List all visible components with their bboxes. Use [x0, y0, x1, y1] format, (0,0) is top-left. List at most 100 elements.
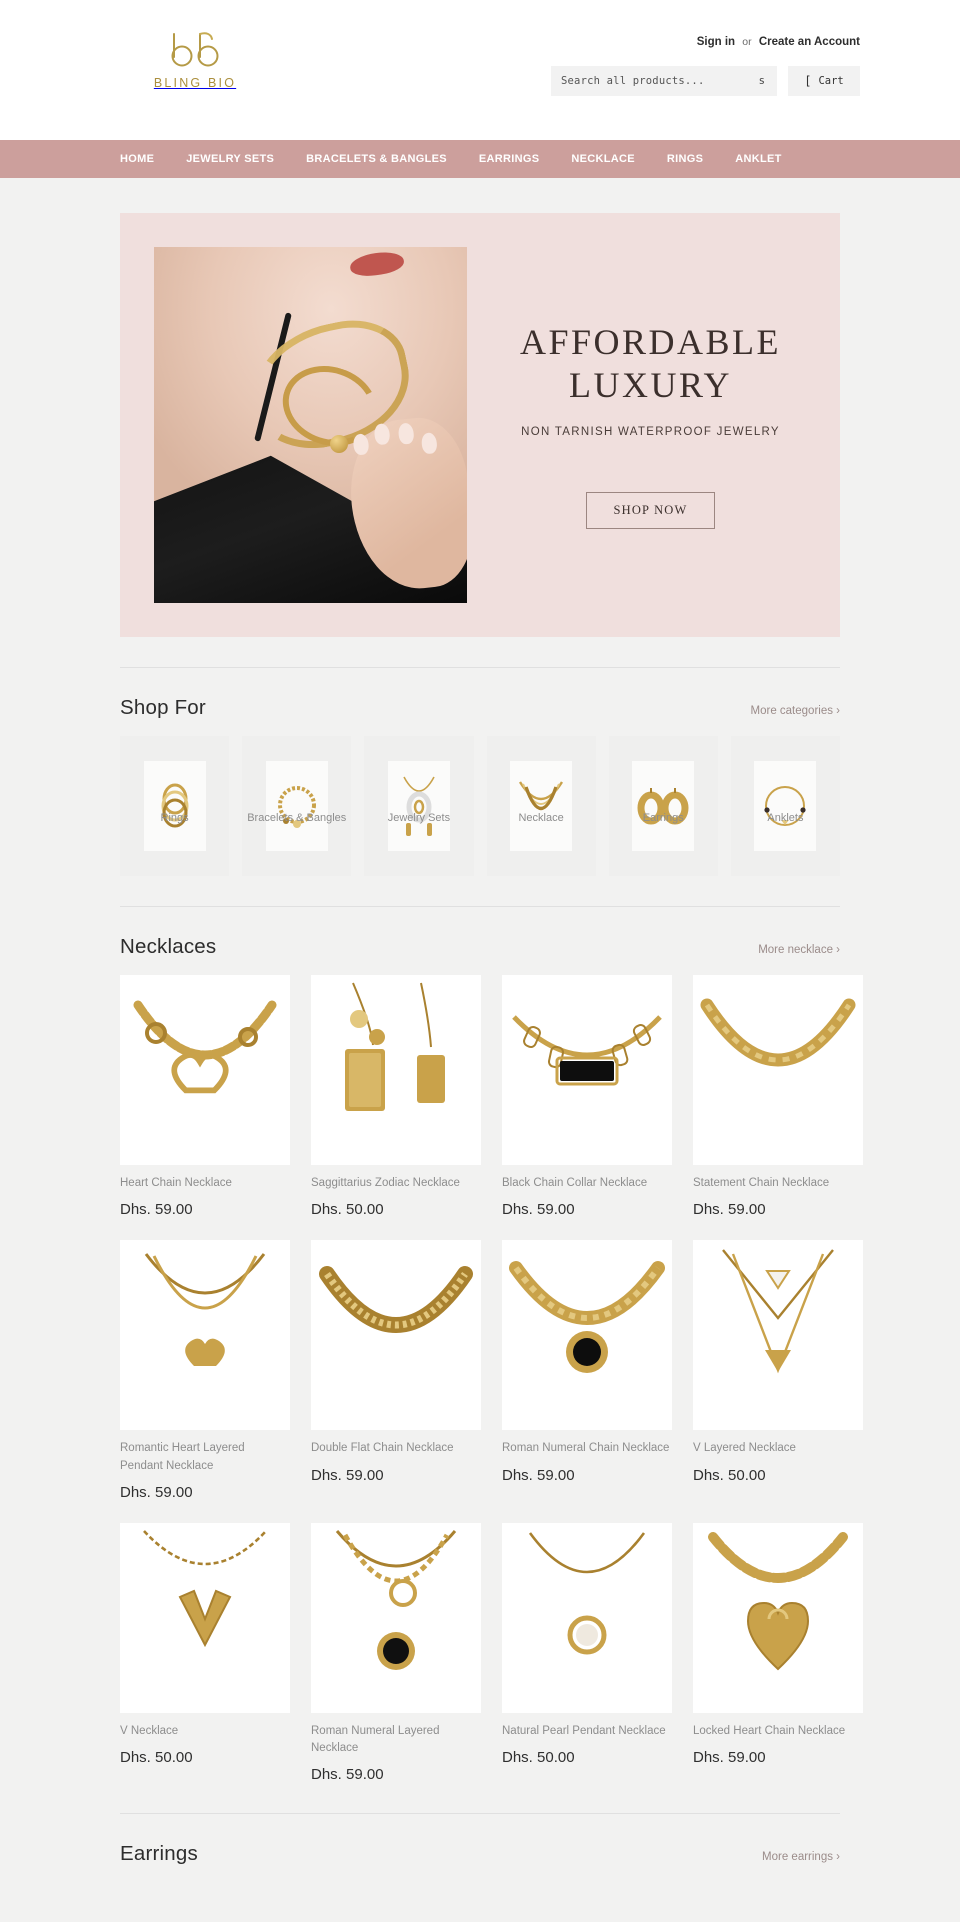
bracelet-icon [265, 761, 328, 851]
category-tile-rings[interactable]: Rings [120, 736, 230, 876]
category-tile-earrings[interactable]: Earrings [608, 736, 718, 876]
site-header: BLING BIO Sign in or Create an Account s… [0, 0, 960, 140]
product-image[interactable] [693, 975, 863, 1165]
shop-now-button[interactable]: SHOP NOW [586, 491, 715, 529]
product-name: Natural Pearl Pendant Necklace [502, 1724, 666, 1737]
product-image[interactable] [502, 975, 672, 1165]
product-price: Dhs. 59.00 [693, 1749, 766, 1766]
search-box[interactable]: s [551, 66, 777, 96]
hero-text-block: AFFORDABLE LUXURY NON TARNISH WATERPROOF… [467, 321, 840, 529]
category-tile-necklace[interactable]: Necklace [486, 736, 596, 876]
earrings-section: Earrings More earrings › [120, 1813, 840, 1922]
main-navigation: HOME JEWELRY SETS BRACELETS & BANGLES EARRI… [0, 140, 960, 178]
product-card[interactable]: Locked Heart Chain Necklace Dhs. 59.00 [693, 1522, 863, 1784]
hero-banner: AFFORDABLE LUXURY NON TARNISH WATERPROOF… [120, 213, 840, 637]
product-image[interactable] [120, 1240, 290, 1431]
product-price: Dhs. 50.00 [693, 1466, 766, 1484]
product-name: Roman Numeral Layered Necklace [311, 1724, 440, 1754]
anklet-icon [754, 761, 817, 851]
product-name: V Layered Necklace [693, 1442, 796, 1455]
cart-icon: [ [804, 74, 812, 88]
account-links: Sign in or Create an Account [697, 36, 860, 48]
product-card[interactable]: Black Chain Collar Necklace Dhs. 59.00 [502, 975, 672, 1218]
category-label: Rings [160, 812, 189, 824]
product-name: Black Chain Collar Necklace [502, 1177, 648, 1189]
product-card[interactable]: V Layered Necklace Dhs. 50.00 [693, 1240, 863, 1501]
page-root: BLING BIO Sign in or Create an Account s… [0, 0, 960, 1922]
product-card[interactable]: Heart Chain Necklace Dhs. 59.00 [120, 975, 290, 1218]
product-price: Dhs. 59.00 [120, 1483, 193, 1501]
nav-item-earrings[interactable]: EARRINGS [479, 153, 539, 165]
rings-icon [143, 761, 206, 851]
product-price: Dhs. 50.00 [120, 1749, 193, 1766]
hero-subtitle: NON TARNISH WATERPROOF JEWELRY [521, 425, 780, 438]
header-actions: s [ Cart [551, 66, 860, 96]
product-card[interactable]: Natural Pearl Pendant Necklace Dhs. 50.00 [502, 1522, 672, 1784]
product-price: Dhs. 59.00 [502, 1466, 575, 1484]
product-image[interactable] [120, 975, 290, 1165]
or-separator: or [742, 36, 752, 48]
bb-monogram-icon [120, 30, 270, 72]
more-categories-link[interactable]: More categories › [751, 705, 840, 717]
product-card[interactable]: Double Flat Chain Necklace Dhs. 59.00 [311, 1240, 481, 1501]
search-input[interactable] [561, 75, 755, 87]
product-image[interactable] [502, 1240, 672, 1431]
product-card[interactable]: V Necklace Dhs. 50.00 [120, 1522, 290, 1784]
product-name: Statement Chain Necklace [693, 1177, 830, 1189]
product-name: Locked Heart Chain Necklace [693, 1724, 846, 1737]
hero-title-line-2: LUXURY [568, 364, 732, 405]
product-name: Saggittarius Zodiac Necklace [311, 1177, 460, 1189]
product-card[interactable]: Romantic Heart Layered Pendant Necklace D… [120, 1240, 290, 1501]
product-image[interactable] [693, 1240, 863, 1431]
search-submit-button[interactable]: s [755, 75, 769, 87]
product-image[interactable] [311, 1522, 481, 1713]
category-label: Earrings [642, 812, 684, 824]
create-account-link[interactable]: Create an Account [759, 36, 860, 48]
product-name: Romantic Heart Layered Pendant Necklace [120, 1442, 245, 1472]
product-image[interactable] [120, 1522, 290, 1713]
product-price: Dhs. 50.00 [502, 1749, 575, 1766]
nav-item-rings[interactable]: RINGS [667, 153, 703, 165]
necklaces-section: Necklaces More necklace › Heart Chain Ne… [120, 906, 863, 1784]
necklace-icon [510, 761, 573, 851]
product-price: Dhs. 59.00 [693, 1201, 766, 1219]
product-price: Dhs. 50.00 [311, 1201, 384, 1219]
hero-title-line-1: AFFORDABLE [519, 322, 782, 363]
category-tile-bracelets-bangles[interactable]: Bracelets & Bangles [242, 736, 352, 876]
nav-item-bracelets-bangles[interactable]: BRACELETS & BANGLES [306, 153, 447, 165]
nav-item-anklet[interactable]: ANKLET [735, 153, 781, 165]
cart-label: Cart [818, 75, 844, 87]
product-image[interactable] [311, 1240, 481, 1431]
jewelry-set-icon [387, 761, 450, 851]
shop-for-title: Shop For [120, 696, 206, 719]
product-price: Dhs. 59.00 [120, 1201, 193, 1219]
product-price: Dhs. 59.00 [502, 1201, 575, 1219]
cart-button[interactable]: [ Cart [788, 66, 860, 96]
main-content: AFFORDABLE LUXURY NON TARNISH WATERPROOF… [100, 213, 863, 1922]
nav-item-jewelry-sets[interactable]: JEWELRY SETS [186, 153, 274, 165]
product-name: Double Flat Chain Necklace [311, 1442, 454, 1455]
sign-in-link[interactable]: Sign in [697, 36, 735, 48]
product-name: Heart Chain Necklace [120, 1177, 232, 1189]
category-label: Necklace [518, 812, 564, 824]
product-image[interactable] [502, 1522, 672, 1713]
product-image[interactable] [311, 975, 481, 1165]
product-card[interactable]: Saggittarius Zodiac Necklace Dhs. 50.00 [311, 975, 481, 1218]
product-card[interactable]: Roman Numeral Layered Necklace Dhs. 59.00 [311, 1522, 481, 1784]
hero-image [154, 247, 467, 603]
nav-item-home[interactable]: HOME [120, 153, 154, 165]
earrings-icon [632, 761, 695, 851]
more-earrings-link[interactable]: More earrings › [762, 1851, 840, 1863]
category-tile-jewelry-sets[interactable]: Jewelry Sets [364, 736, 474, 876]
product-card[interactable]: Roman Numeral Chain Necklace Dhs. 59.00 [502, 1240, 672, 1501]
product-card[interactable]: Statement Chain Necklace Dhs. 59.00 [693, 975, 863, 1218]
product-name: Roman Numeral Chain Necklace [502, 1442, 670, 1455]
product-image[interactable] [693, 1522, 863, 1713]
more-necklace-link[interactable]: More necklace › [758, 944, 840, 956]
product-price: Dhs. 59.00 [311, 1766, 384, 1784]
category-tile-anklets[interactable]: Anklets [730, 736, 841, 876]
nav-item-necklace[interactable]: NECKLACE [571, 153, 635, 165]
site-logo[interactable]: BLING BIO [120, 30, 270, 90]
category-label: Bracelets & Bangles [247, 812, 347, 824]
product-price: Dhs. 59.00 [311, 1466, 384, 1484]
